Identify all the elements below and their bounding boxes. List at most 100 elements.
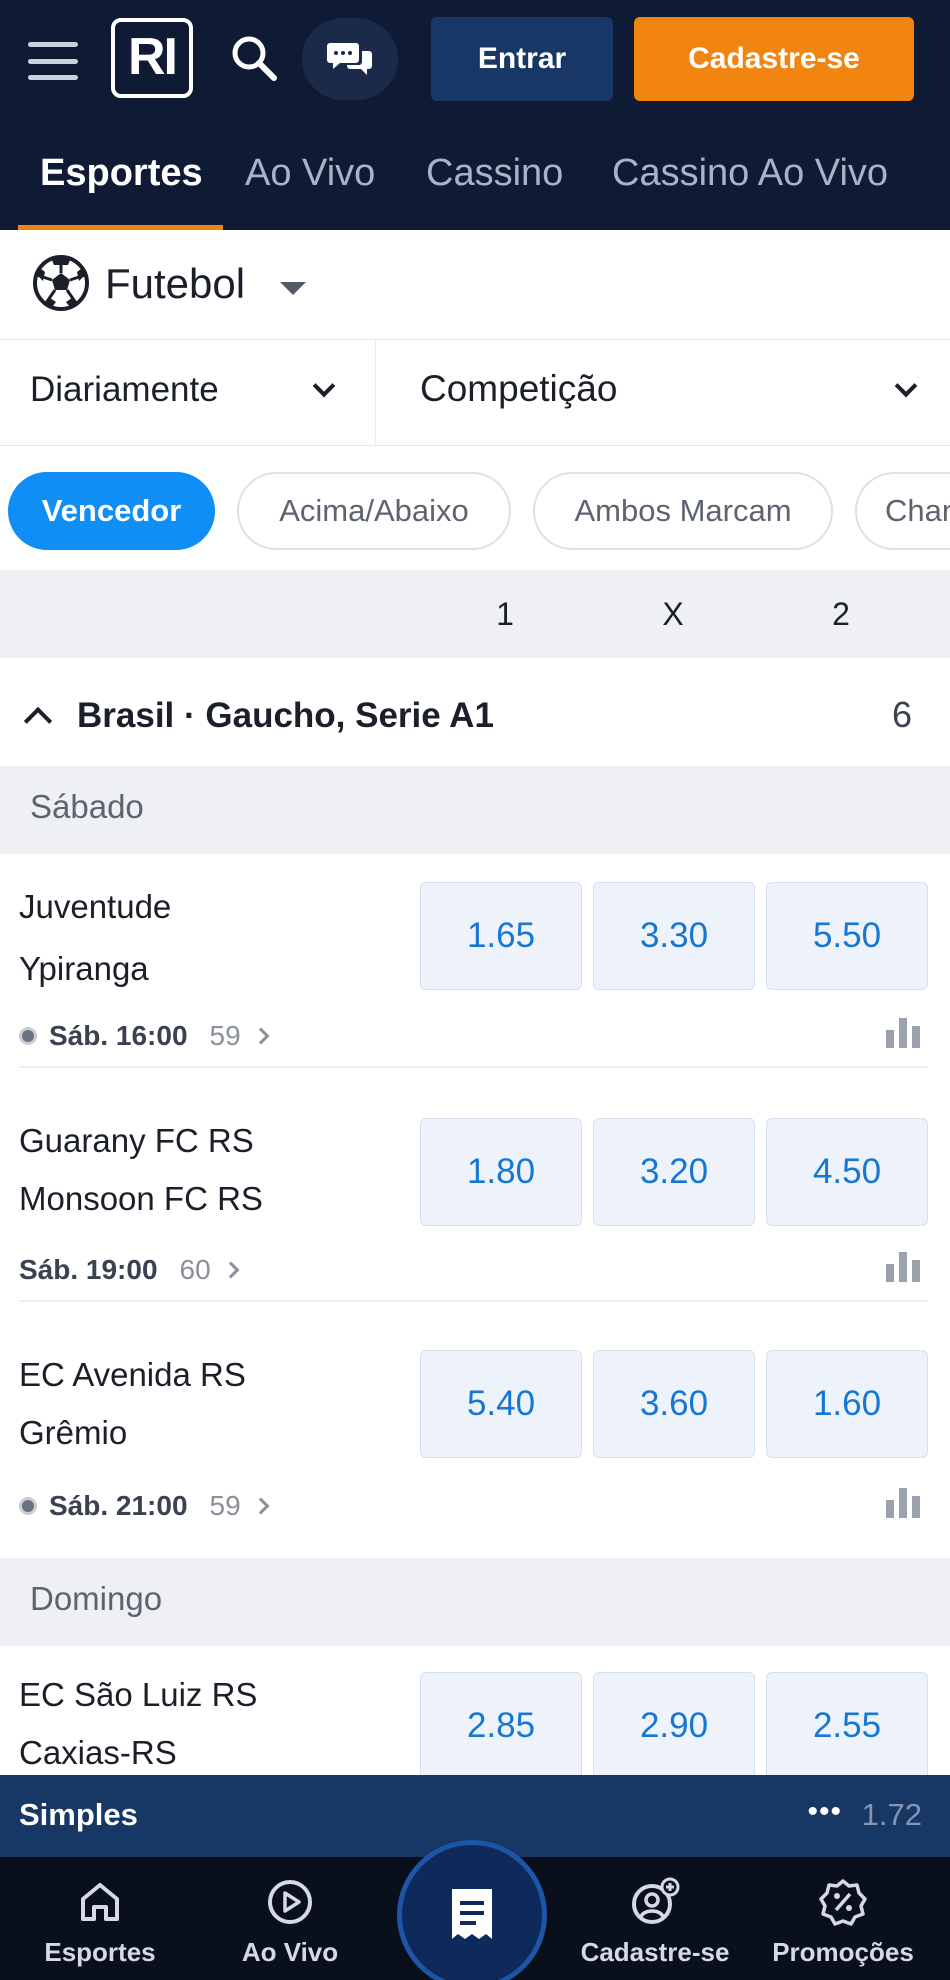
day-header: Sábado — [0, 766, 950, 854]
market-count[interactable]: 59 — [210, 1020, 241, 1052]
sport-name: Futebol — [105, 260, 246, 307]
match-row[interactable]: Guarany FC RS Monsoon FC RS 1.80 3.20 4.… — [0, 1090, 950, 1306]
play-icon — [268, 1880, 312, 1924]
odd-button-away[interactable]: 2.55 — [766, 1672, 928, 1775]
odd-button-home[interactable]: 2.85 — [420, 1672, 582, 1775]
day-label: Sábado — [30, 788, 144, 825]
market-pill-ambos-marcam[interactable]: Ambos Marcam — [533, 472, 833, 550]
market-count[interactable]: 59 — [210, 1490, 241, 1522]
tab-cassino-ao-vivo[interactable]: Cassino Ao Vivo — [612, 152, 888, 195]
live-dot-icon — [19, 1027, 37, 1045]
stats-icon[interactable] — [886, 1252, 920, 1282]
stats-icon[interactable] — [886, 1488, 920, 1518]
betslip-button[interactable] — [397, 1840, 547, 1980]
odds-header: 1 X 2 — [0, 570, 950, 658]
match-meta: Sáb. 21:00 59 — [19, 1490, 270, 1522]
odd-button-draw[interactable]: 3.30 — [593, 882, 755, 990]
market-pills: Vencedor Acima/Abaixo Ambos Marcam Chan — [0, 446, 950, 570]
betslip-type: Simples — [19, 1797, 138, 1832]
odds-col-away: 2 — [832, 596, 850, 632]
betslip-icon — [452, 1889, 492, 1939]
chat-button[interactable] — [302, 18, 398, 100]
betslip-total-odds: 1.72 — [861, 1797, 922, 1832]
odd-button-away[interactable]: 1.60 — [766, 1350, 928, 1458]
odds-col-draw: X — [662, 596, 684, 632]
logo[interactable]: RI — [111, 18, 193, 98]
chat-icon — [327, 43, 372, 75]
away-team: Monsoon FC RS — [19, 1180, 263, 1217]
market-pill-vencedor[interactable]: Vencedor — [8, 472, 215, 550]
market-count[interactable]: 60 — [180, 1254, 211, 1286]
odd-button-home[interactable]: 1.65 — [420, 882, 582, 990]
login-button[interactable]: Entrar — [431, 17, 613, 101]
tab-cassino[interactable]: Cassino — [426, 152, 563, 195]
stats-icon[interactable] — [886, 1018, 920, 1048]
period-filter[interactable]: Diariamente — [30, 370, 219, 410]
home-team: EC Avenida RS — [19, 1356, 246, 1393]
chevron-down-icon — [312, 374, 336, 398]
chevron-up-icon — [23, 706, 53, 736]
odd-button-home[interactable]: 5.40 — [420, 1350, 582, 1458]
chevron-right-icon — [222, 1261, 240, 1279]
bottom-nav-esportes[interactable]: Esportes — [5, 1857, 195, 1980]
more-dots-icon[interactable]: ••• — [807, 1795, 842, 1829]
divider — [19, 1300, 927, 1302]
search-icon[interactable] — [228, 32, 280, 84]
chevron-right-icon — [252, 1027, 270, 1045]
odds-col-home: 1 — [496, 596, 514, 632]
tab-esportes[interactable]: Esportes — [40, 152, 203, 195]
filter-row: Diariamente Competição — [0, 340, 950, 446]
odd-button-draw[interactable]: 3.20 — [593, 1118, 755, 1226]
live-dot-icon — [19, 1497, 37, 1515]
match-row[interactable]: EC São Luiz RS Caxias-RS 2.85 2.90 2.55 — [0, 1646, 950, 1775]
league-name: Brasil · Gaucho, Serie A1 — [77, 696, 494, 735]
soccer-ball-icon — [33, 255, 89, 311]
odd-button-home[interactable]: 1.80 — [420, 1118, 582, 1226]
signup-button[interactable]: Cadastre-se — [634, 17, 914, 101]
bottom-nav-ao-vivo[interactable]: Ao Vivo — [195, 1857, 385, 1980]
bottom-nav-cadastre[interactable]: Cadastre-se — [560, 1857, 750, 1980]
home-icon — [81, 1883, 119, 1921]
chevron-right-icon — [252, 1497, 270, 1515]
bottom-nav-label: Esportes — [44, 1937, 156, 1967]
odd-button-draw[interactable]: 2.90 — [593, 1672, 755, 1775]
divider — [375, 340, 376, 446]
menu-icon[interactable] — [28, 42, 78, 80]
match-time: Sáb. 21:00 — [49, 1490, 188, 1521]
home-team: EC São Luiz RS — [19, 1676, 258, 1713]
league-header[interactable]: Brasil · Gaucho, Serie A1 6 — [0, 658, 950, 766]
match-row[interactable]: EC Avenida RS Grêmio 5.40 3.60 1.60 Sáb.… — [0, 1322, 950, 1560]
divider — [19, 1066, 927, 1068]
league-match-count: 6 — [891, 694, 912, 735]
match-row[interactable]: Juventude Ypiranga 1.65 3.30 5.50 Sáb. 1… — [0, 854, 950, 1070]
competition-filter[interactable]: Competição — [420, 368, 617, 410]
day-header: Domingo — [0, 1558, 950, 1646]
away-team: Caxias-RS — [19, 1734, 177, 1771]
day-label: Domingo — [30, 1580, 163, 1617]
match-time: Sáb. 16:00 — [49, 1020, 188, 1051]
away-team: Grêmio — [19, 1414, 128, 1451]
away-team: Ypiranga — [19, 950, 149, 987]
chevron-down-icon — [894, 374, 918, 398]
match-meta: Sáb. 16:00 59 — [19, 1020, 270, 1052]
match-time: Sáb. 19:00 — [19, 1254, 158, 1285]
market-pill-acima-abaixo[interactable]: Acima/Abaixo — [237, 472, 511, 550]
home-team: Guarany FC RS — [19, 1122, 254, 1159]
bottom-nav-promocoes[interactable]: Promoções — [748, 1857, 938, 1980]
bottom-nav-label: Ao Vivo — [241, 1937, 339, 1967]
match-meta: Sáb. 19:00 60 — [19, 1254, 240, 1286]
top-bar: RI Entrar Cadastre-se Esportes Ao Vivo C… — [0, 0, 950, 230]
odd-button-away[interactable]: 4.50 — [766, 1118, 928, 1226]
bottom-nav-label: Cadastre-se — [580, 1937, 730, 1967]
main-nav-tabs: Esportes Ao Vivo Cassino Cassino Ao Vivo — [0, 140, 950, 230]
promo-badge-icon — [819, 1879, 867, 1926]
bottom-nav-label: Promoções — [772, 1937, 914, 1967]
user-add-icon — [632, 1877, 680, 1924]
tab-ao-vivo[interactable]: Ao Vivo — [245, 152, 375, 195]
sport-selector[interactable]: Futebol — [0, 230, 950, 340]
caret-down-icon — [280, 282, 306, 295]
home-team: Juventude — [19, 888, 172, 925]
odd-button-away[interactable]: 5.50 — [766, 882, 928, 990]
market-pill-chance[interactable]: Chan — [855, 472, 950, 550]
odd-button-draw[interactable]: 3.60 — [593, 1350, 755, 1458]
